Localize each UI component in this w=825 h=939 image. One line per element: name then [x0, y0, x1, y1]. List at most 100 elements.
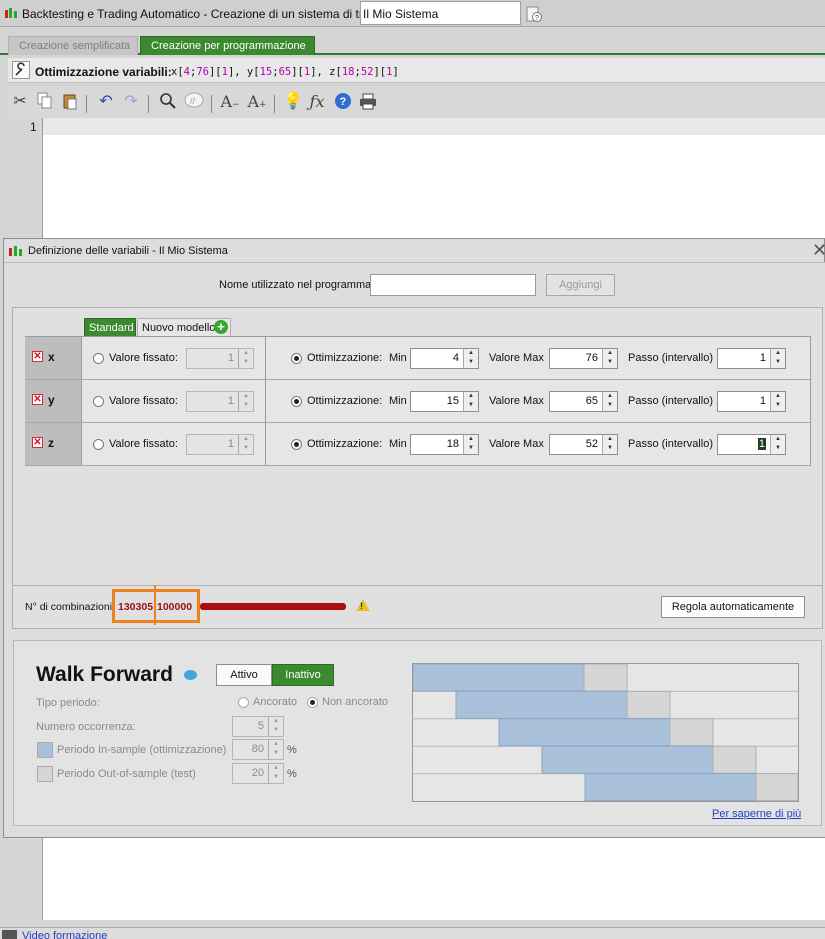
cut-icon[interactable]: ✂: [10, 92, 30, 112]
step-label: Passo (intervallo): [628, 395, 713, 407]
tab-simplified[interactable]: Creazione semplificata: [8, 36, 138, 55]
out-sample-label: Periodo Out-of-sample (test): [57, 768, 196, 780]
stepper-arrows[interactable]: ▲ ▼: [602, 435, 617, 454]
stepper-arrows[interactable]: ▲ ▼: [463, 349, 478, 368]
system-name-field[interactable]: Il Mio Sistema: [360, 1, 521, 25]
tab-standard[interactable]: Standard: [84, 318, 136, 337]
in-sample-window-1: [412, 663, 585, 692]
anchored-radio[interactable]: [238, 697, 249, 708]
period-type-label: Tipo periodo:: [36, 697, 100, 709]
font-decrease-icon[interactable]: A−: [219, 92, 241, 112]
undo-icon[interactable]: ↶: [96, 92, 116, 112]
dialog-icon: [8, 244, 24, 258]
function-icon[interactable]: ƒx: [307, 92, 327, 112]
help-document-icon[interactable]: ?: [526, 6, 542, 22]
redo-icon[interactable]: ↷: [121, 92, 141, 112]
tab-programming[interactable]: Creazione per programmazione: [140, 36, 315, 55]
fixed-value-radio[interactable]: [93, 396, 104, 407]
toolbar-separator: [211, 95, 212, 113]
add-button[interactable]: Aggiungi: [546, 274, 615, 296]
in-sample-window-4: [541, 745, 714, 774]
min-label: Min: [389, 438, 407, 450]
optimization-radio[interactable]: [291, 353, 302, 364]
max-stepper[interactable]: 65 ▲ ▼: [549, 391, 618, 412]
print-icon[interactable]: [358, 92, 378, 112]
in-sample-window-5: [584, 773, 757, 802]
variable-name: z: [48, 436, 54, 450]
combinations-value: 130305: [118, 601, 154, 613]
fixed-value-radio[interactable]: [93, 353, 104, 364]
min-stepper[interactable]: 18 ▲ ▼: [410, 434, 479, 455]
comment-icon[interactable]: //: [183, 92, 205, 112]
not-anchored-radio[interactable]: [307, 697, 318, 708]
optimization-label: Ottimizzazione:: [307, 352, 383, 364]
occurrences-label: Numero occorrenza:: [36, 721, 136, 733]
step-stepper[interactable]: 1 ▲ ▼: [717, 434, 786, 455]
paste-icon[interactable]: [60, 92, 80, 112]
stepper-arrows[interactable]: ▲ ▼: [770, 435, 785, 454]
variable-name-cell: ✕ x: [25, 337, 82, 379]
in-sample-stepper: 80 ▲ ▼: [232, 739, 284, 760]
step-stepper[interactable]: 1 ▲ ▼: [717, 391, 786, 412]
occurrences-stepper: 5 ▲ ▼: [232, 716, 284, 737]
stepper-arrows[interactable]: ▲ ▼: [602, 392, 617, 411]
delete-icon[interactable]: ✕: [32, 437, 43, 448]
stepper-arrows: ▲ ▼: [268, 740, 283, 759]
stepper-arrows[interactable]: ▲ ▼: [602, 349, 617, 368]
code-editor[interactable]: [43, 118, 825, 240]
min-stepper[interactable]: 15 ▲ ▼: [410, 391, 479, 412]
combinations-marker: [154, 585, 156, 625]
stepper-arrows[interactable]: ▲ ▼: [770, 349, 785, 368]
font-increase-icon[interactable]: A+: [245, 92, 269, 112]
max-stepper[interactable]: 76 ▲ ▼: [549, 348, 618, 369]
line-gutter-bottom: [8, 838, 43, 920]
app-icon: [4, 6, 18, 20]
active-toggle[interactable]: Attivo: [216, 664, 272, 686]
code-editor-bottom[interactable]: [43, 838, 825, 920]
warning-icon: [356, 599, 370, 611]
info-bubble-icon[interactable]: [184, 670, 197, 680]
stepper-arrows[interactable]: ▲ ▼: [770, 392, 785, 411]
stepper-arrows: ▲ ▼: [268, 764, 283, 783]
stepper-arrows[interactable]: ▲ ▼: [463, 435, 478, 454]
svg-text://: //: [190, 96, 196, 106]
stepper-arrows[interactable]: ▲ ▼: [463, 392, 478, 411]
lightbulb-icon[interactable]: 💡: [283, 92, 303, 112]
copy-icon[interactable]: [35, 92, 55, 112]
selected-step-value[interactable]: 1: [757, 438, 766, 450]
close-icon[interactable]: ✕: [812, 240, 825, 261]
variable-name-input[interactable]: [370, 274, 536, 296]
step-stepper[interactable]: 1 ▲ ▼: [717, 348, 786, 369]
learn-more-link[interactable]: Per saperne di più: [712, 808, 801, 820]
toolbar-separator: [86, 95, 87, 113]
stepper-arrows: ▲ ▼: [238, 349, 253, 368]
add-model-icon[interactable]: +: [214, 320, 228, 334]
optimization-summary: x[4;76][1], y[15;65][1], z[18;52][1]: [171, 66, 399, 78]
search-icon[interactable]: [158, 92, 178, 112]
video-training-link[interactable]: Video formazione: [22, 930, 107, 939]
max-stepper[interactable]: 52 ▲ ▼: [549, 434, 618, 455]
help-icon[interactable]: ?: [333, 92, 353, 112]
min-stepper[interactable]: 4 ▲ ▼: [410, 348, 479, 369]
dialog-title: Definizione delle variabili - Il Mio Sis…: [28, 245, 228, 257]
toolbar-separator: [148, 95, 149, 113]
optimization-radio[interactable]: [291, 396, 302, 407]
wrench-icon[interactable]: [12, 61, 30, 79]
optimization-radio[interactable]: [291, 439, 302, 450]
step-label: Passo (intervallo): [628, 352, 713, 364]
auto-adjust-button[interactable]: Regola automaticamente: [661, 596, 805, 618]
out-sample-stepper: 20 ▲ ▼: [232, 763, 284, 784]
table-row: ✕ z Valore fissato: 1 ▲ ▼ Ottimizzazione: …: [25, 423, 811, 466]
inactive-toggle[interactable]: Inattivo: [272, 664, 334, 686]
fixed-value-radio[interactable]: [93, 439, 104, 450]
line-gutter: [8, 118, 43, 240]
optimization-label: Ottimizzazione:: [307, 438, 383, 450]
warning-mark: !: [360, 601, 363, 611]
fixed-value-stepper: 1 ▲ ▼: [186, 434, 254, 455]
delete-icon[interactable]: ✕: [32, 351, 43, 362]
delete-icon[interactable]: ✕: [32, 394, 43, 405]
fixed-value-label: Valore fissato:: [109, 395, 178, 407]
fixed-value-stepper: 1 ▲ ▼: [186, 391, 254, 412]
svg-text:?: ?: [340, 96, 347, 108]
variable-name-cell: ✕ z: [25, 423, 82, 465]
